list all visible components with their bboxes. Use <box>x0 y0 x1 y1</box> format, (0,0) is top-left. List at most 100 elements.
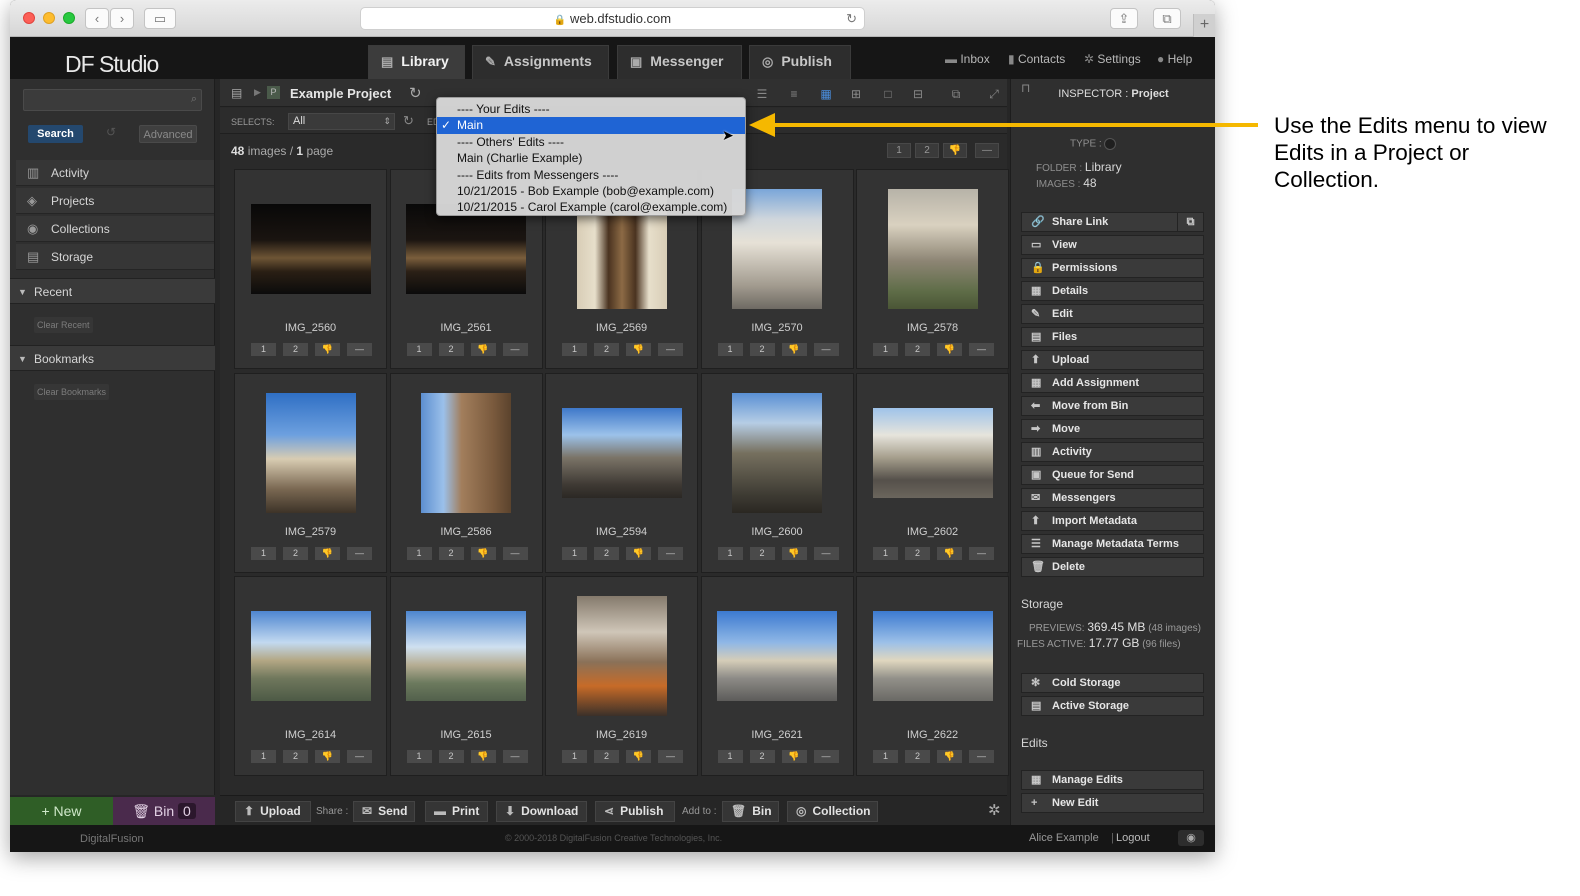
send-button[interactable]: ✉ Send <box>353 801 415 822</box>
rate-1-button[interactable]: 1 <box>251 750 276 763</box>
cold-storage-button[interactable]: ✻ Cold Storage <box>1021 673 1204 693</box>
add-assignment-button[interactable]: ▦ Add Assignment <box>1021 373 1204 393</box>
edit-button[interactable]: ✎ Edit <box>1021 304 1204 324</box>
thumbnail-image[interactable] <box>732 392 822 513</box>
rate-1-button[interactable]: 1 <box>406 546 432 560</box>
thumbnail-cell[interactable]: IMG_2614 1 2 👎 — <box>234 576 387 776</box>
rate-2-button[interactable]: 2 <box>283 750 308 763</box>
share-link-button[interactable]: 🔗 Share Link ⧉ <box>1021 212 1204 232</box>
rate-2-button[interactable]: 2 <box>749 343 775 356</box>
thumbnail-image[interactable] <box>265 392 356 513</box>
edits-menu-item[interactable]: 10/21/2015 - Carol Example (carol@exampl… <box>437 199 745 215</box>
view-button[interactable]: ▭ View <box>1021 235 1204 255</box>
large-grid-icon[interactable]: ⊞ <box>848 87 864 101</box>
back-button[interactable]: ‹ <box>85 8 109 29</box>
search-icon[interactable]: ⌕ <box>191 93 197 106</box>
reject-button[interactable]: 👎 <box>470 343 496 356</box>
zoom-window-button[interactable] <box>63 12 75 24</box>
search-button[interactable]: Search <box>28 125 83 143</box>
rate-1-button[interactable]: 1 <box>251 546 276 560</box>
new-tab-button[interactable]: + <box>1193 14 1215 37</box>
upload-button[interactable]: ⬆ Upload <box>1021 350 1204 370</box>
rate-2-button[interactable]: 2 <box>749 546 775 560</box>
reload-selects-icon[interactable]: ↻ <box>403 113 414 129</box>
thumbnail-image[interactable] <box>561 407 682 498</box>
thumbnail-cell[interactable]: IMG_2579 1 2 👎 — <box>234 372 387 573</box>
permissions-button[interactable]: 🔒 Permissions <box>1021 258 1204 278</box>
reject-button[interactable]: 👎 <box>937 750 962 763</box>
thumbnail-image[interactable] <box>421 392 511 513</box>
bin-button[interactable]: 🗑 Bin 0 <box>113 797 215 825</box>
reject-button[interactable]: 👎 <box>470 546 496 560</box>
gear-icon[interactable]: ✲ <box>988 801 1001 819</box>
contacts-link[interactable]: ▮ Contacts <box>1008 52 1065 66</box>
inbox-link[interactable]: ▬ Inbox <box>945 52 990 66</box>
thumbnail-cell[interactable]: IMG_2586 1 2 👎 — <box>389 372 543 573</box>
sidebar-toggle-icon[interactable]: ▭ <box>144 8 176 29</box>
reject-button[interactable]: 👎 <box>626 750 651 763</box>
rate-1-button[interactable]: 1 <box>873 750 898 763</box>
thumbnail-cell[interactable]: IMG_2622 1 2 👎 — <box>856 576 1009 776</box>
clear-rating-button[interactable]: — <box>813 546 839 560</box>
share-icon[interactable]: ⇪ <box>1110 8 1138 29</box>
thumbnail-image[interactable] <box>406 611 526 701</box>
rate-2-button[interactable]: 2 <box>438 750 464 763</box>
import-metadata-button[interactable]: ⬆ Import Metadata <box>1021 511 1204 531</box>
rate-1-button[interactable]: 1 <box>717 750 743 763</box>
thumbnail-cell[interactable]: IMG_2600 1 2 👎 — <box>700 372 854 573</box>
thumbnail-cell[interactable]: IMG_2602 1 2 👎 — <box>856 372 1009 573</box>
tab-publish[interactable]: ◎ Publish <box>749 45 851 79</box>
copy-icon[interactable]: ⧉ <box>1177 213 1203 231</box>
rate-2-button[interactable]: 2 <box>283 546 308 560</box>
rate-2-button[interactable]: 2 <box>749 750 775 763</box>
manage-edits-button[interactable]: ▦ Manage Edits <box>1021 770 1204 790</box>
logout-link[interactable]: Logout <box>1116 832 1150 844</box>
new-button[interactable]: + New <box>10 797 113 825</box>
duplicate-icon[interactable]: ⧉ <box>948 87 964 101</box>
reject-button[interactable]: 👎 <box>470 750 496 763</box>
clear-rating-button[interactable]: — <box>502 343 528 356</box>
sidebar-item-storage[interactable]: ▤ Storage <box>16 244 214 270</box>
files-button[interactable]: ▤ Files <box>1021 327 1204 347</box>
thumbnail-image[interactable] <box>872 407 993 498</box>
reload-icon[interactable]: ↻ <box>846 8 857 29</box>
rate-2-button[interactable]: 2 <box>905 750 930 763</box>
reject-button[interactable]: 👎 <box>315 343 340 356</box>
selects-dropdown[interactable]: All ⇕ <box>288 113 395 130</box>
recent-section-header[interactable]: ▼ Recent <box>10 278 215 304</box>
publish-button[interactable]: ⋖ Publish <box>595 801 675 822</box>
advanced-search-button[interactable]: Advanced <box>139 125 197 143</box>
reject-button[interactable]: 👎 <box>315 546 340 560</box>
clear-rating-button[interactable]: — <box>658 546 683 560</box>
rate-1-button[interactable]: 1 <box>562 343 587 356</box>
reject-button[interactable]: 👎 <box>626 546 651 560</box>
single-view-icon[interactable]: □ <box>880 87 896 101</box>
clear-rating-button[interactable]: — <box>502 546 528 560</box>
rate-2-button[interactable]: 2 <box>905 343 930 356</box>
reject-button[interactable]: 👎 <box>937 343 962 356</box>
compare-view-icon[interactable]: ⊟ <box>910 87 926 101</box>
activity-button[interactable]: ▥ Activity <box>1021 442 1204 462</box>
clear-bookmarks-button[interactable]: Clear Bookmarks <box>34 384 110 400</box>
delete-button[interactable]: 🗑 Delete <box>1021 557 1204 577</box>
rate-2-button[interactable]: 2 <box>594 750 619 763</box>
reject-button[interactable]: 👎 <box>937 546 962 560</box>
edits-menu-item[interactable]: Main (Charlie Example) <box>437 150 745 166</box>
queue-for-send-button[interactable]: ▣ Queue for Send <box>1021 465 1204 485</box>
clear-rating-button[interactable]: — <box>969 546 994 560</box>
edits-menu-item[interactable]: ---- Others' Edits ---- <box>437 134 745 150</box>
active-storage-button[interactable]: ▤ Active Storage <box>1021 696 1204 716</box>
sidebar-item-projects[interactable]: ◈ Projects <box>16 188 214 214</box>
small-grid-icon[interactable]: ▦ <box>818 87 834 101</box>
thumbnail-cell[interactable]: IMG_2594 1 2 👎 — <box>545 372 698 573</box>
thumbnail-image[interactable] <box>872 611 993 701</box>
detail-list-icon[interactable]: ≡ <box>786 87 802 101</box>
rate-2-button[interactable]: 2 <box>283 343 308 356</box>
refresh-icon[interactable]: ↻ <box>409 84 422 102</box>
edits-menu-item[interactable]: 10/21/2015 - Bob Example (bob@example.co… <box>437 183 745 199</box>
upload-button[interactable]: ⬆ Upload <box>235 801 311 822</box>
thumbnail-image[interactable] <box>576 596 667 716</box>
clear-rating-button[interactable]: — <box>347 750 372 763</box>
edits-dropdown-menu[interactable]: ---- Your Edits ---- ✓ Main ---- Others' Ed… <box>436 97 746 216</box>
thumbnail-cell[interactable]: IMG_2578 1 2 👎 — <box>856 169 1009 369</box>
